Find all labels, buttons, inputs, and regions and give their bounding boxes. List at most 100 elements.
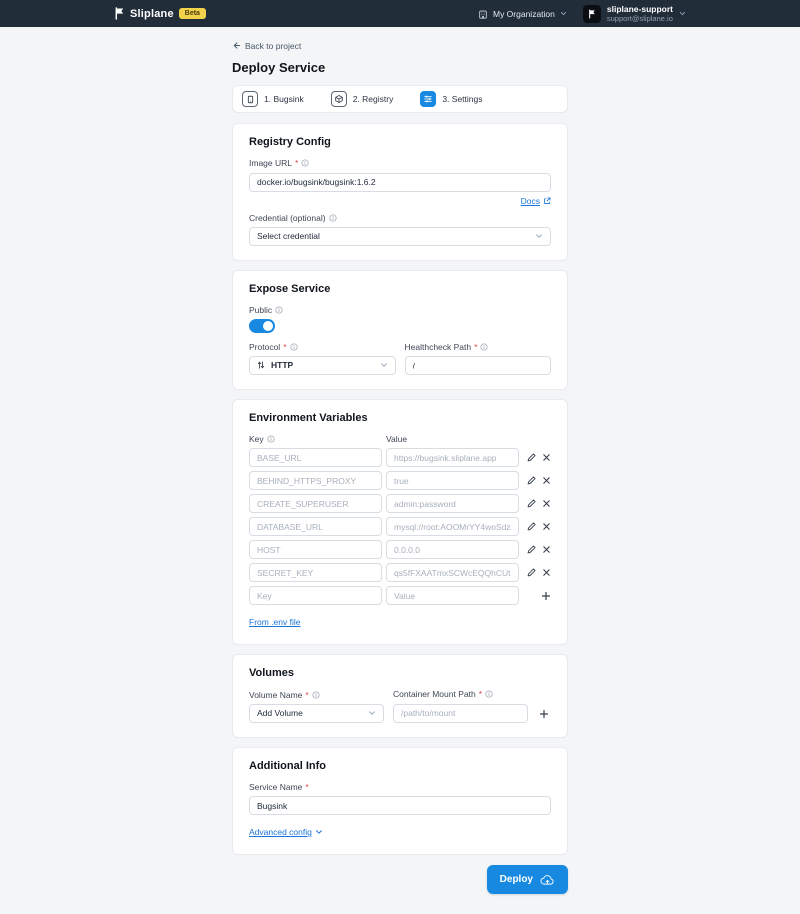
- environment-variables-card: Environment Variables Key Value: [232, 399, 568, 645]
- info-icon[interactable]: [312, 691, 320, 699]
- step-label: 2. Registry: [353, 94, 394, 104]
- step-settings[interactable]: 3. Settings: [420, 91, 482, 107]
- env-variable-row: [249, 494, 551, 513]
- remove-env-row-button[interactable]: [542, 545, 551, 554]
- env-variable-row: [249, 563, 551, 582]
- new-env-key-input[interactable]: [249, 586, 382, 605]
- sliplane-flag-icon: [114, 7, 125, 20]
- top-navigation-bar: Sliplane Beta My Organization sliplane-s…: [0, 0, 800, 27]
- protocol-label: Protocol *: [249, 342, 396, 352]
- remove-env-row-button[interactable]: [542, 568, 551, 577]
- edit-env-row-button[interactable]: [527, 476, 536, 485]
- step-label: 1. Bugsink: [264, 94, 304, 104]
- remove-env-row-button[interactable]: [542, 453, 551, 462]
- env-key-input: [249, 494, 382, 513]
- protocol-select[interactable]: HTTP: [249, 356, 396, 375]
- env-variable-row: [249, 448, 551, 467]
- package-icon: [331, 91, 347, 107]
- add-env-row-button[interactable]: [541, 591, 551, 601]
- edit-env-row-button[interactable]: [527, 568, 536, 577]
- cloud-upload-icon: [540, 874, 555, 886]
- account-name: sliplane-support: [607, 4, 673, 15]
- service-icon: [242, 91, 258, 107]
- info-icon[interactable]: [485, 690, 493, 698]
- brand-logo[interactable]: Sliplane Beta: [114, 7, 206, 20]
- organization-icon: [478, 9, 488, 19]
- image-url-input[interactable]: [249, 173, 551, 192]
- service-name-label: Service Name *: [249, 782, 551, 792]
- additional-info-card: Additional Info Service Name * Advanced …: [232, 747, 568, 856]
- service-name-input[interactable]: [249, 796, 551, 815]
- registry-config-card: Registry Config Image URL * Docs Credent…: [232, 123, 568, 261]
- env-key-input: [249, 563, 382, 582]
- remove-env-row-button[interactable]: [542, 476, 551, 485]
- env-key-header: Key: [249, 434, 382, 444]
- account-menu[interactable]: sliplane-support support@sliplane.io: [583, 4, 686, 24]
- env-value-input: [386, 517, 519, 536]
- protocol-selected-value: HTTP: [271, 360, 293, 370]
- organization-menu[interactable]: My Organization: [478, 9, 567, 19]
- info-icon[interactable]: [480, 343, 488, 351]
- beta-badge: Beta: [179, 8, 206, 19]
- volume-selected-value: Add Volume: [257, 708, 303, 718]
- chevron-down-icon: [679, 10, 686, 17]
- brand-name: Sliplane: [130, 8, 174, 20]
- env-value-input: [386, 471, 519, 490]
- env-column-headers: Key Value: [249, 434, 551, 444]
- page-title: Deploy Service: [232, 60, 568, 75]
- add-volume-button[interactable]: [539, 709, 549, 719]
- deploy-button[interactable]: Deploy: [487, 865, 568, 894]
- sliders-icon: [420, 91, 436, 107]
- remove-env-row-button[interactable]: [542, 522, 551, 531]
- edit-env-row-button[interactable]: [527, 545, 536, 554]
- edit-env-row-button[interactable]: [527, 522, 536, 531]
- env-variable-row: [249, 517, 551, 536]
- back-arrow-icon: [232, 41, 241, 50]
- section-heading: Expose Service: [249, 283, 551, 295]
- section-heading: Volumes: [249, 667, 551, 679]
- healthcheck-path-input[interactable]: [405, 356, 552, 375]
- info-icon[interactable]: [267, 435, 275, 443]
- step-bugsink[interactable]: 1. Bugsink: [242, 91, 304, 107]
- env-key-input: [249, 448, 382, 467]
- image-url-label: Image URL *: [249, 158, 551, 168]
- volume-name-select[interactable]: Add Volume: [249, 704, 384, 723]
- expose-service-card: Expose Service Public Protocol *: [232, 270, 568, 391]
- public-label: Public: [249, 305, 551, 315]
- section-heading: Environment Variables: [249, 412, 551, 424]
- edit-env-row-button[interactable]: [527, 499, 536, 508]
- advanced-config-link[interactable]: Advanced config: [249, 827, 323, 837]
- from-env-file-link[interactable]: From .env file: [249, 617, 301, 627]
- chevron-down-icon: [380, 361, 388, 369]
- info-icon[interactable]: [290, 343, 298, 351]
- section-heading: Additional Info: [249, 760, 551, 772]
- step-label: 3. Settings: [442, 94, 482, 104]
- deploy-button-label: Deploy: [500, 874, 533, 885]
- remove-env-row-button[interactable]: [542, 499, 551, 508]
- env-variable-row: [249, 471, 551, 490]
- info-icon[interactable]: [329, 214, 337, 222]
- info-icon[interactable]: [275, 306, 283, 314]
- external-link-icon: [543, 197, 551, 205]
- account-email: support@sliplane.io: [607, 14, 673, 23]
- deploy-service-page: Back to project Deploy Service 1. Bugsin…: [232, 27, 568, 914]
- edit-env-row-button[interactable]: [527, 453, 536, 462]
- organization-label: My Organization: [493, 9, 555, 19]
- info-icon[interactable]: [301, 159, 309, 167]
- back-to-project-link[interactable]: Back to project: [232, 41, 301, 51]
- step-registry[interactable]: 2. Registry: [331, 91, 394, 107]
- deploy-stepper: 1. Bugsink 2. Registry 3. Settings: [232, 85, 568, 113]
- env-key-input: [249, 471, 382, 490]
- chevron-down-icon: [368, 709, 376, 717]
- credential-select[interactable]: Select credential: [249, 227, 551, 246]
- credential-label: Credential (optional): [249, 213, 551, 223]
- volumes-card: Volumes Volume Name * Add Volume: [232, 654, 568, 738]
- account-avatar: [583, 5, 601, 23]
- mount-path-input[interactable]: [393, 704, 528, 723]
- public-toggle[interactable]: [249, 319, 275, 333]
- section-heading: Registry Config: [249, 136, 551, 148]
- new-env-value-input[interactable]: [386, 586, 519, 605]
- env-new-row: [249, 586, 551, 605]
- chevron-down-icon: [315, 828, 323, 836]
- docs-link[interactable]: Docs: [521, 196, 551, 206]
